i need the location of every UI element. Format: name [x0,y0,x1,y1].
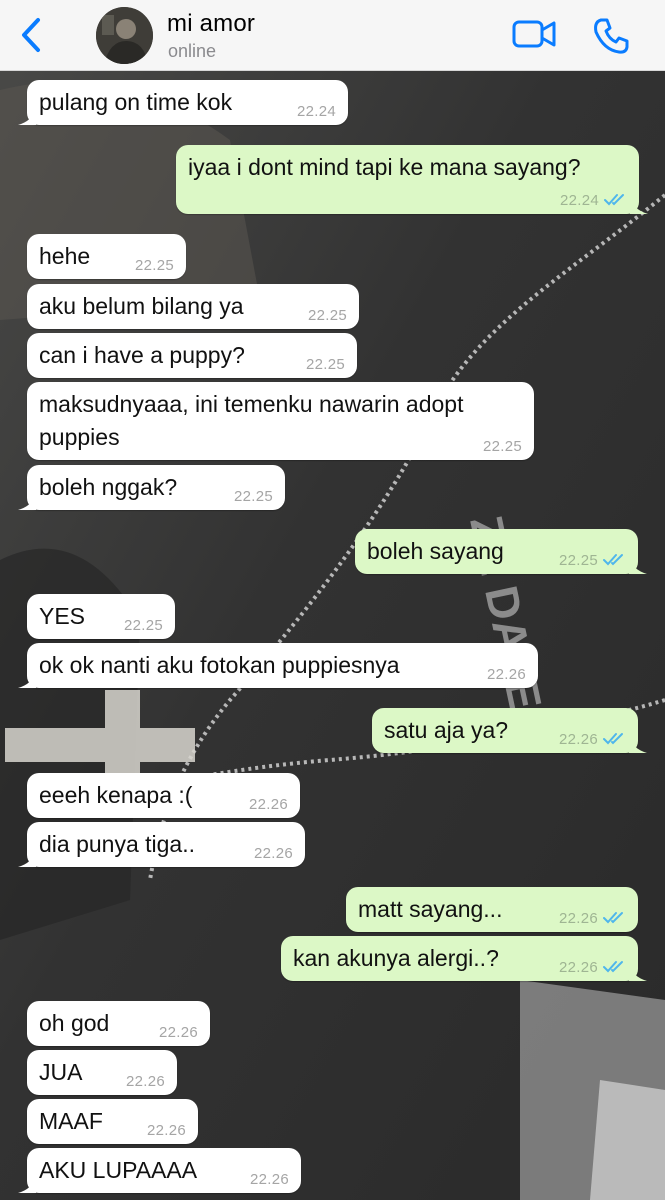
message-text: maksudnyaaa, ini temenku nawarin adopt p… [39,391,464,450]
message-text: satu aja ya? [384,717,509,743]
message-time: 22.26 [248,796,288,813]
message-time: 22.25 [307,307,347,324]
message-time: 22.25 [123,617,163,634]
message-text: oh god [39,1010,110,1036]
message-time: 22.26 [253,845,293,862]
incoming-message[interactable]: boleh nggak? 22.25 [18,465,285,510]
outgoing-message[interactable]: iyaa i dont mind tapi ke mana sayang? 22.… [176,145,648,214]
read-receipt-icon [603,912,623,924]
message-time: 22.25 [233,488,273,505]
message-text: iyaa i dont mind tapi ke mana sayang? [188,154,581,180]
incoming-message[interactable]: ok ok nanti aku fotokan puppiesnya 22.26 [18,643,538,688]
bubble-tail [629,965,647,981]
message-text: boleh sayang [367,538,504,564]
incoming-message[interactable]: oh god 22.26 [27,1001,210,1046]
avatar[interactable] [96,7,153,64]
message-time: 22.25 [482,438,522,455]
incoming-message[interactable]: YES 22.25 [27,594,175,639]
bubble-tail [18,1177,36,1193]
outgoing-message[interactable]: boleh sayang 22.25 [355,529,647,574]
message-text: ok ok nanti aku fotokan puppiesnya [39,652,400,678]
contact-status: online [168,41,217,61]
outgoing-message[interactable]: kan akunya alergi..? 22.26 [281,936,647,981]
incoming-message[interactable]: hehe 22.25 [27,234,186,279]
message-text: matt sayang... [358,896,503,922]
message-text: dia punya tiga.. [39,831,196,857]
bubble-tail [629,737,647,753]
incoming-message[interactable]: dia punya tiga.. 22.26 [18,822,305,867]
message-time: 22.25 [558,552,598,569]
message-time: 22.26 [125,1073,165,1090]
message-text: can i have a puppy? [39,342,245,368]
message-time: 22.25 [134,257,174,274]
message-text: pulang on time kok [39,89,233,115]
read-receipt-icon [603,733,623,745]
message-text: YES [39,603,86,629]
chevron-left-icon[interactable] [14,14,48,56]
outgoing-message[interactable]: satu aja ya? 22.26 [372,708,647,753]
message-text: boleh nggak? [39,474,178,500]
phone-icon[interactable] [592,17,630,55]
read-receipt-icon [604,194,624,206]
read-receipt-icon [603,961,623,973]
bubble-tail [18,494,36,510]
message-text: AKU LUPAAAA [39,1157,198,1183]
outgoing-message[interactable]: matt sayang... 22.26 [346,887,638,932]
incoming-message[interactable]: maksudnyaaa, ini temenku nawarin adopt p… [27,382,534,460]
message-text: JUA [39,1059,83,1085]
message-text: MAAF [39,1108,103,1134]
message-time: 22.24 [559,192,599,209]
message-time: 22.26 [558,959,598,976]
message-text: eeeh kenapa :( [39,782,193,808]
message-time: 22.25 [305,356,345,373]
bubble-tail [630,198,648,214]
message-time: 22.26 [558,731,598,748]
message-time: 22.26 [249,1171,289,1188]
bubble-tail [18,851,36,867]
bubble-tail [18,109,36,125]
incoming-message[interactable]: AKU LUPAAAA 22.26 [18,1148,301,1193]
incoming-message[interactable]: aku belum bilang ya 22.25 [27,284,359,329]
message-time: 22.26 [146,1122,186,1139]
incoming-message[interactable]: pulang on time kok 22.24 [18,80,348,125]
incoming-message[interactable]: MAAF 22.26 [27,1099,198,1144]
bubble-tail [629,558,647,574]
message-time: 22.26 [158,1024,198,1041]
message-text: hehe [39,243,91,269]
message-time: 22.26 [558,910,598,927]
message-time: 22.24 [296,103,336,120]
message-text: aku belum bilang ya [39,293,244,319]
incoming-message[interactable]: can i have a puppy? 22.25 [27,333,357,378]
message-text: kan akunya alergi..? [293,945,499,971]
chat-header: mi amor online [0,0,665,71]
video-camera-icon[interactable] [511,17,557,51]
contact-name[interactable]: mi amor [167,10,255,38]
message-time: 22.26 [486,666,526,683]
bubble-tail [18,672,36,688]
incoming-message[interactable]: eeeh kenapa :( 22.26 [27,773,300,818]
read-receipt-icon [603,554,623,566]
incoming-message[interactable]: JUA 22.26 [27,1050,177,1095]
